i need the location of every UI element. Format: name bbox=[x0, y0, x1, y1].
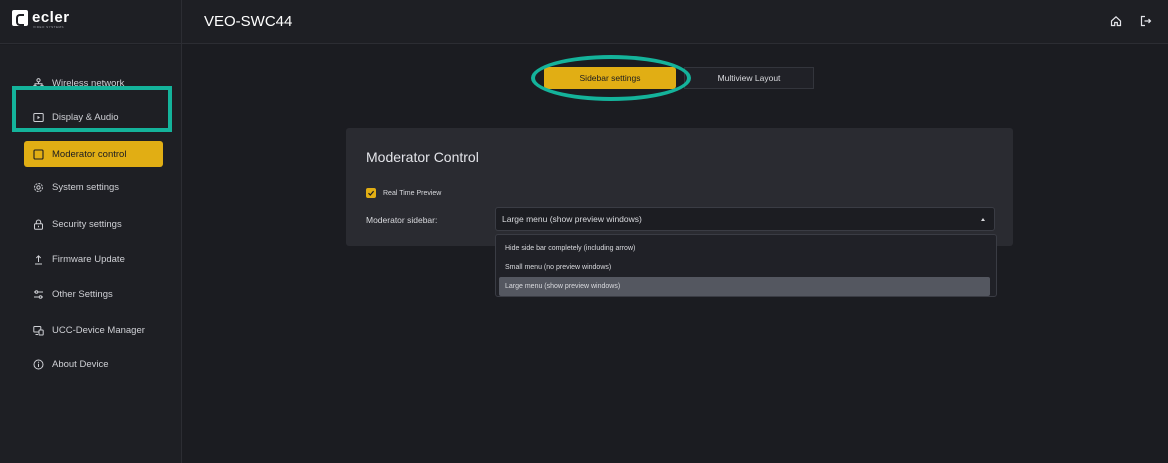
logout-icon[interactable] bbox=[1138, 13, 1154, 29]
home-icon[interactable] bbox=[1108, 13, 1124, 29]
sidebar-item-label: Other Settings bbox=[52, 288, 113, 300]
tab-multiview-layout[interactable]: Multiview Layout bbox=[684, 67, 814, 89]
info-icon bbox=[32, 358, 44, 370]
sidebar-item-about-device[interactable]: About Device bbox=[24, 354, 164, 374]
ecler-logo: ecler VIDEO SYSTEMS bbox=[12, 9, 70, 29]
sidebar-item-label: Moderator control bbox=[52, 148, 127, 160]
sidebar-item-security-settings[interactable]: Security settings bbox=[24, 214, 164, 234]
gear-icon bbox=[32, 181, 44, 193]
logo-mark-icon bbox=[12, 10, 28, 26]
real-time-preview-checkbox[interactable] bbox=[366, 188, 376, 198]
sidebar-divider bbox=[181, 0, 182, 463]
moderator-control-panel: Moderator Control Real Time Preview Mode… bbox=[346, 128, 1013, 246]
app-window: ecler VIDEO SYSTEMS VEO-SWC44 Wireless n… bbox=[0, 0, 1168, 463]
moderator-sidebar-label: Moderator sidebar: bbox=[366, 215, 438, 225]
dropdown-option-hide-sidebar[interactable]: Hide side bar completely (including arro… bbox=[499, 239, 990, 258]
sliders-icon bbox=[32, 288, 44, 300]
select-value: Large menu (show preview windows) bbox=[502, 214, 642, 224]
lock-icon bbox=[32, 218, 44, 230]
sidebar-item-label: About Device bbox=[52, 358, 109, 370]
highlight-box-annotation bbox=[12, 86, 172, 132]
top-bar: ecler VIDEO SYSTEMS VEO-SWC44 bbox=[0, 0, 1168, 44]
caret-up-icon bbox=[981, 218, 985, 221]
sidebar-item-label: Firmware Update bbox=[52, 253, 125, 265]
real-time-preview-checkbox-row[interactable]: Real Time Preview bbox=[366, 188, 441, 198]
sidebar-item-label: Security settings bbox=[52, 218, 122, 230]
device-manager-icon bbox=[32, 324, 44, 336]
checkmark-icon bbox=[368, 190, 375, 196]
sidebar-item-firmware-update[interactable]: Firmware Update bbox=[24, 249, 164, 269]
dropdown-option-small-menu[interactable]: Small menu (no preview windows) bbox=[499, 258, 990, 277]
square-icon bbox=[32, 148, 44, 160]
sidebar-item-label: UCC-Device Manager bbox=[52, 324, 145, 336]
sidebar-item-moderator-control[interactable]: Moderator control bbox=[24, 141, 163, 167]
dropdown-option-large-menu[interactable]: Large menu (show preview windows) bbox=[499, 277, 990, 296]
device-title: VEO-SWC44 bbox=[204, 13, 293, 30]
header-actions bbox=[1108, 13, 1154, 29]
checkbox-label: Real Time Preview bbox=[383, 189, 442, 197]
sidebar-item-label: System settings bbox=[52, 181, 120, 193]
moderator-sidebar-select[interactable]: Large menu (show preview windows) bbox=[495, 207, 995, 231]
sidebar-item-system-settings[interactable]: System settings bbox=[24, 177, 164, 197]
highlight-ellipse-annotation bbox=[531, 55, 691, 101]
upload-icon bbox=[32, 253, 44, 265]
moderator-sidebar-dropdown: Hide side bar completely (including arro… bbox=[495, 234, 997, 297]
sidebar-item-other-settings[interactable]: Other Settings bbox=[24, 284, 164, 304]
panel-title: Moderator Control bbox=[366, 149, 479, 165]
logo-text: ecler bbox=[32, 9, 70, 26]
logo-subtext: VIDEO SYSTEMS bbox=[33, 25, 65, 29]
sidebar-item-ucc-device-manager[interactable]: UCC-Device Manager bbox=[24, 320, 164, 340]
